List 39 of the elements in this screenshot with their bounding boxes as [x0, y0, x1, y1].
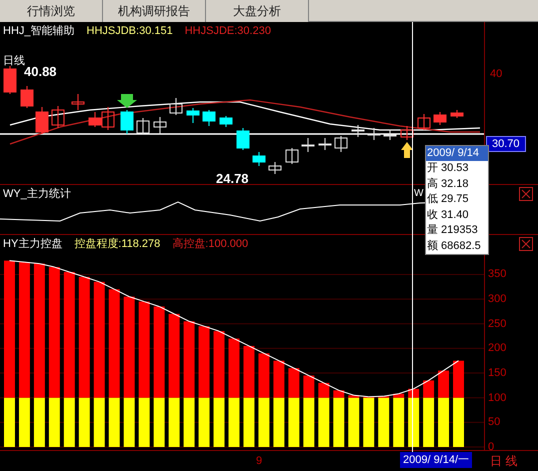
legend-value: :100.000	[205, 237, 248, 252]
axis-label: 300	[488, 293, 506, 306]
tooltip-label: 高	[427, 176, 438, 192]
axis-label: 250	[488, 318, 506, 330]
tooltip-label: 量	[427, 223, 438, 238]
axis-label: 40	[490, 67, 502, 82]
tooltip-value: 31.40	[441, 208, 469, 222]
tooltip-value: 29.75	[441, 192, 469, 207]
legend-name: 高控盘	[172, 236, 206, 252]
current-price-label: 30.70	[486, 136, 526, 152]
indicator-value: HHJSJDE:30.230	[184, 24, 271, 39]
tooltip-date: 2009/ 9/14	[426, 146, 488, 161]
tooltip-value: 30.53	[441, 161, 469, 176]
cursor-date-label: 2009/ 9/14/一	[400, 452, 472, 468]
high-price-label: 40.88	[24, 64, 57, 81]
axis-label: 9	[256, 454, 262, 469]
axis-label: 100	[488, 392, 506, 404]
tooltip-label: 收	[427, 208, 438, 222]
indicator-title: WY_主力统计	[3, 186, 71, 202]
axis-label: 350	[488, 268, 506, 280]
period-label: 日线	[3, 54, 25, 67]
legend-name: 控盘程度	[74, 236, 118, 252]
indicator-title: HHJ_智能辅助	[3, 24, 75, 39]
tooltip-label: 低	[427, 192, 438, 207]
axis-label: 200	[488, 342, 506, 354]
axis-label: 0	[488, 441, 494, 453]
tooltip-label: 开	[427, 161, 438, 176]
tooltip-value: 219353	[441, 223, 478, 238]
legend-value: :118.278	[118, 237, 160, 252]
period-label: 日 线	[490, 453, 518, 470]
indicator-title: HY主力控盘	[3, 236, 62, 252]
tooltip-label: 额	[427, 238, 438, 254]
tooltip-value: 68682.5	[441, 238, 481, 254]
axis-label: 150	[488, 367, 506, 380]
tooltip-value: 32.18	[441, 176, 469, 192]
low-price-label: 24.78	[216, 170, 249, 188]
indicator-value: HHJSJDB:30.151	[86, 24, 173, 39]
indicator-label: W	[414, 187, 424, 201]
axis-label: 50	[488, 416, 500, 428]
